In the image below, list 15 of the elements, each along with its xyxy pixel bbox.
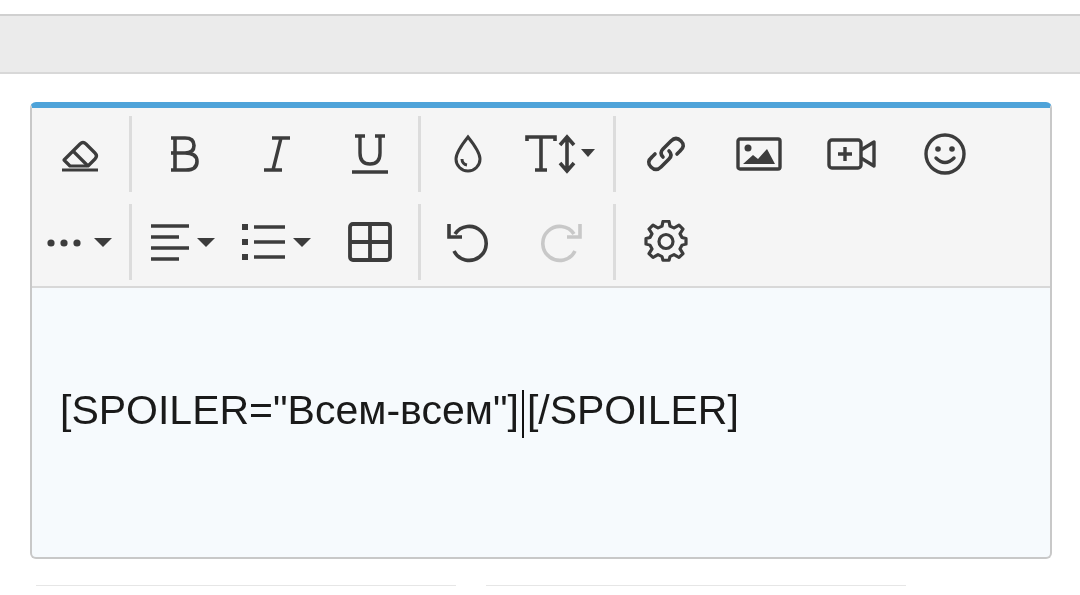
undo-icon [445,221,490,263]
text-cursor [521,389,524,438]
underline-icon [349,133,390,175]
image-icon [735,137,782,171]
settings-icon [643,220,688,264]
smiley-icon [922,132,967,176]
bullet-list-icon [240,223,313,261]
italic-icon [261,134,292,174]
editor-text-area[interactable]: [SPOILER="Всем-всем"] [/SPOILER] [32,288,1050,557]
droplet-icon [452,134,483,174]
bbcode-text: [SPOILER="Всем-всем"] [/SPOILER] [60,387,739,438]
table-icon [347,222,392,262]
video-camera-icon [826,137,877,171]
text-size-icon [524,134,597,174]
redo-icon [538,221,583,263]
